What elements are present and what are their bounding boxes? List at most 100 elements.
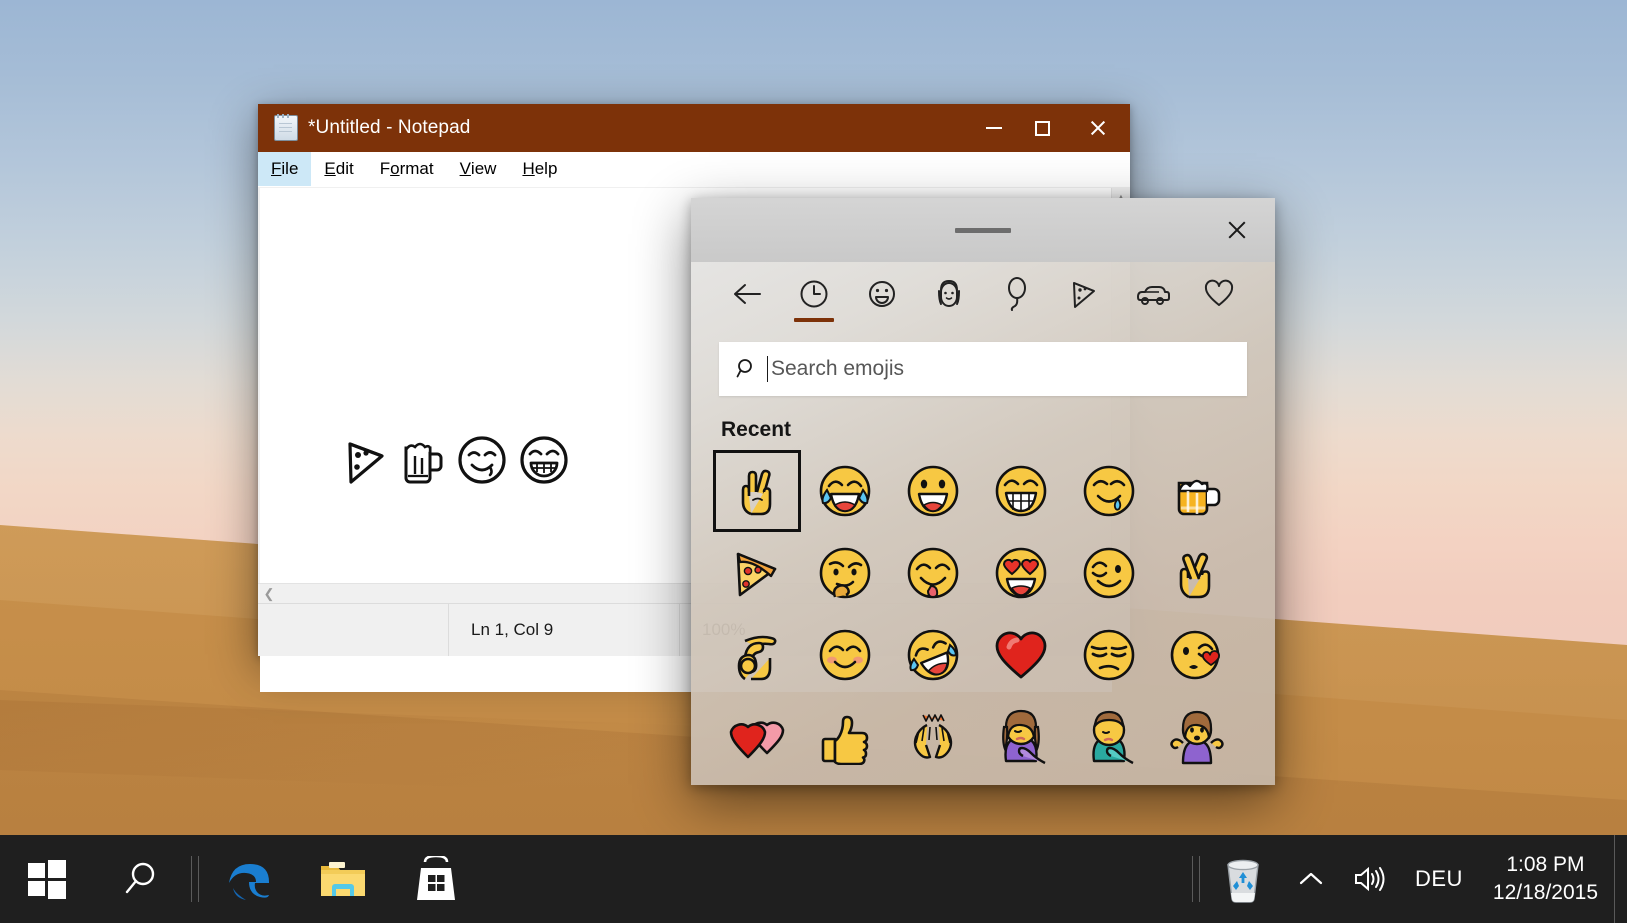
emoji-cell-grinning-face[interactable] — [889, 450, 977, 532]
tab-smileys[interactable] — [848, 262, 916, 326]
notepad-menubar: File Edit Fo rmat View Help — [258, 152, 1130, 187]
raising-hands-icon — [913, 714, 953, 759]
pizza-slice-icon — [1073, 282, 1096, 308]
language-indicator[interactable]: DEU — [1401, 835, 1477, 923]
search-placeholder: Search emojis — [771, 357, 905, 380]
revolving-hearts-icon — [729, 721, 785, 759]
maximize-button[interactable] — [1018, 104, 1066, 152]
microsoft-store-button[interactable] — [390, 835, 484, 923]
emoji-cell-ok-hand[interactable] — [713, 614, 801, 696]
thumbs-up-icon — [821, 715, 869, 765]
red-heart-icon — [995, 631, 1047, 679]
emoji-picker-panel[interactable]: Search emojis Recent — [691, 198, 1275, 785]
emoji-cell-man-facepalming[interactable] — [1065, 696, 1153, 778]
emoji-cell-face-with-tears-of-joy[interactable] — [801, 450, 889, 532]
emoji-cell-beer-mug[interactable] — [1153, 450, 1241, 532]
emoji-category-tabs — [691, 262, 1275, 326]
emoji-cell-pizza-slice[interactable] — [713, 532, 801, 614]
search-icon — [735, 357, 759, 381]
close-button[interactable] — [1066, 104, 1130, 152]
grinning-face-icon — [907, 465, 959, 517]
drag-handle[interactable] — [955, 227, 1011, 233]
menu-item-edit[interactable]: Edit — [311, 152, 366, 186]
tab-food[interactable] — [1051, 262, 1119, 326]
menu-item-view[interactable]: View — [447, 152, 510, 186]
face-with-tears-of-joy-icon — [819, 465, 871, 517]
search-input[interactable]: Search emojis — [719, 342, 1247, 396]
clock-icon — [800, 280, 828, 308]
tab-underline — [794, 318, 835, 322]
woman-facepalming-icon — [1002, 709, 1046, 765]
tab-back[interactable] — [713, 262, 781, 326]
tab-symbols[interactable] — [1186, 262, 1254, 326]
emoji-cell-red-heart[interactable] — [977, 614, 1065, 696]
person-icon — [938, 279, 961, 307]
woman-shrugging-icon — [1170, 710, 1224, 765]
close-button[interactable] — [1211, 198, 1263, 262]
emoji-cell-face-savoring-food[interactable] — [889, 532, 977, 614]
winking-face-icon — [1083, 547, 1135, 599]
chevron-up-icon[interactable] — [1283, 835, 1339, 923]
clock[interactable]: 1:08 PM 12/18/2015 — [1477, 835, 1614, 923]
window-title: *Untitled - Notepad — [308, 117, 471, 138]
emoji-cell-rolling-on-floor-laughing[interactable] — [889, 614, 977, 696]
unamused-face-icon — [1083, 629, 1135, 681]
emoji-cell-raising-hands[interactable] — [889, 696, 977, 778]
system-tray: DEU 1:08 PM 12/18/2015 — [1189, 835, 1627, 923]
notepad-icon — [274, 114, 298, 141]
edge-button[interactable] — [202, 835, 296, 923]
tab-people[interactable] — [916, 262, 984, 326]
rolling-on-floor-laughing-icon — [907, 629, 959, 681]
man-facepalming-icon — [1092, 710, 1134, 765]
emoji-cell-smiling-face-blush[interactable] — [801, 614, 889, 696]
scroll-left-arrow[interactable]: ❮ — [258, 584, 280, 604]
language-label: DEU — [1414, 866, 1463, 891]
folder-icon — [321, 862, 365, 896]
thinking-face-icon — [819, 547, 871, 599]
close-icon — [1089, 119, 1107, 137]
emoji-cell-victory-hand[interactable] — [713, 450, 801, 532]
tab-celebration[interactable] — [983, 262, 1051, 326]
victory-hand-icon — [741, 469, 772, 516]
tab-recent[interactable] — [781, 262, 849, 326]
emoji-panel-titlebar[interactable] — [691, 198, 1275, 262]
emoji-cell-smiling-face-heart-eyes[interactable] — [977, 532, 1065, 614]
emoji-cell-thinking-face[interactable] — [801, 532, 889, 614]
emoji-cell-drooling-face[interactable] — [1065, 450, 1153, 532]
emoji-cell-thumbs-up[interactable] — [801, 696, 889, 778]
emoji-cell-woman-shrugging[interactable] — [1153, 696, 1241, 778]
tab-transport[interactable] — [1118, 262, 1186, 326]
menu-item-help[interactable]: Help — [509, 152, 570, 186]
taskbar-divider — [191, 856, 192, 902]
emoji-cell-woman-facepalming[interactable] — [977, 696, 1065, 778]
emoji-cell-unamused-face[interactable] — [1065, 614, 1153, 696]
file-explorer-button[interactable] — [296, 835, 390, 923]
back-arrow-icon — [733, 284, 761, 304]
search-icon — [125, 862, 155, 894]
start-button[interactable] — [0, 835, 94, 923]
emoji-cell-face-blowing-kiss[interactable] — [1153, 614, 1241, 696]
smiling-face-heart-eyes-icon — [995, 547, 1047, 599]
menu-item-file[interactable]: File — [258, 152, 312, 186]
emoji-cell-beaming-face[interactable] — [977, 450, 1065, 532]
minimize-button[interactable] — [970, 104, 1018, 152]
speaker-icon[interactable] — [1339, 835, 1401, 923]
menu-item-format[interactable]: Fo rmat — [367, 152, 447, 186]
face-savoring-food-icon — [907, 547, 959, 599]
search-button[interactable] — [94, 835, 188, 923]
window-controls — [970, 104, 1130, 152]
emoji-cell-revolving-hearts[interactable] — [713, 696, 801, 778]
notepad-titlebar[interactable]: *Untitled - Notepad — [258, 104, 1130, 152]
recycle-bin-icon[interactable] — [1203, 835, 1283, 923]
document-content — [344, 434, 580, 486]
minimize-icon — [986, 127, 1002, 129]
edge-logo-icon — [229, 864, 269, 900]
smiley-face-icon — [868, 281, 895, 307]
emoji-cell-winking-face[interactable] — [1065, 532, 1153, 614]
ok-hand-icon — [737, 635, 777, 681]
beaming-face-glyph — [520, 436, 568, 484]
drooling-face-icon — [1083, 465, 1135, 517]
crossed-fingers-icon — [1179, 552, 1211, 599]
show-desktop-button[interactable] — [1614, 835, 1627, 923]
emoji-cell-crossed-fingers[interactable] — [1153, 532, 1241, 614]
